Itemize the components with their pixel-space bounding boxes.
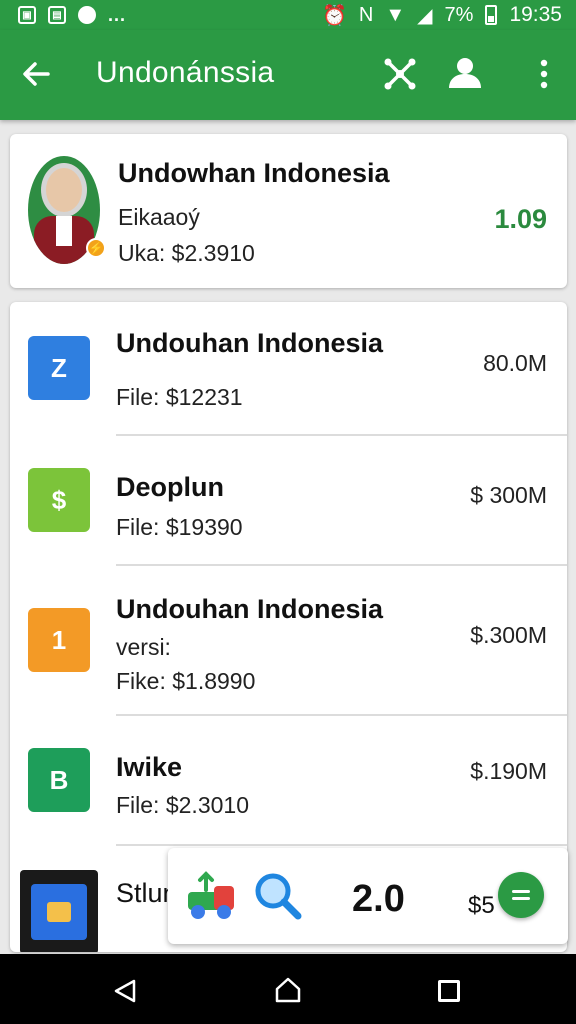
clock: 19:35: [509, 3, 562, 26]
profile-amount: Uka: $2.3910: [118, 240, 255, 266]
system-nav-bar: [0, 954, 576, 1024]
nfc-icon: N: [358, 3, 374, 26]
money-file-icon: $: [28, 468, 90, 532]
list-item[interactable]: Z Undouhan Indonesia File: $12231 80.0M: [10, 302, 567, 436]
nav-recents-icon[interactable]: [438, 980, 460, 1002]
list-item-title: Iwike: [116, 752, 183, 782]
clipboard-icon: ▤: [48, 6, 66, 24]
profile-score: 1.09: [494, 204, 547, 234]
profile-card[interactable]: ⚡ Undowhan Indonesia Eikaaoý Uka: $2.391…: [10, 134, 567, 288]
share-icon[interactable]: [382, 56, 418, 92]
list-item-title: Undouhan Indonesia: [116, 328, 383, 358]
list-item-size: $ 300M: [470, 482, 547, 508]
location-icon: [78, 6, 96, 24]
overflow-notifications: ...: [108, 4, 127, 25]
battery-percent: 7%: [444, 3, 474, 26]
nav-back-icon[interactable]: [112, 978, 138, 1004]
list-item[interactable]: B Iwike File: $2.3010 $.190M: [10, 716, 567, 846]
status-bar: ▣ ▤ ... ⏰ N ▼ ◢ 7% 19:35: [0, 0, 576, 30]
list-item-file: File: $19390: [116, 514, 243, 540]
search-icon[interactable]: [252, 870, 304, 922]
list-item[interactable]: 1 Undouhan Indonesia versi: Fike: $1.899…: [10, 566, 567, 716]
menu-fab-icon[interactable]: [498, 872, 544, 918]
back-arrow-icon[interactable]: [20, 58, 52, 90]
photo-app-icon: [20, 870, 98, 952]
package-file-icon: 1: [28, 608, 90, 672]
signal-icon: ◢: [417, 4, 433, 27]
truck-app-icon[interactable]: [184, 868, 240, 924]
app-bar: Undonánssia: [0, 30, 576, 120]
list-item-title: Undouhan Indonesia: [116, 594, 383, 624]
list-item[interactable]: $ Deoplun File: $19390 $ 300M: [10, 436, 567, 566]
list-item-file: File: $2.3010: [116, 792, 249, 818]
list-item-version: versi:: [116, 634, 171, 660]
price-label: $5: [468, 892, 495, 919]
list-item-size: 80.0M: [483, 350, 547, 376]
nav-home-icon[interactable]: [274, 976, 302, 1004]
list-item-file: File: $12231: [116, 384, 243, 410]
more-vert-icon[interactable]: [528, 56, 560, 92]
list-item-file: Fike: $1.8990: [116, 668, 256, 694]
zip-file-icon: Z: [28, 336, 90, 400]
version-label: 2.0: [352, 878, 405, 920]
profile-name: Undowhan Indonesia: [118, 158, 390, 188]
profile-subtitle: Eikaaoý: [118, 204, 200, 230]
bottom-action-bar: 2.0 $5: [168, 848, 568, 944]
wifi-icon: ▼: [385, 3, 406, 26]
list-item-title: Deoplun: [116, 472, 224, 502]
lightning-badge-icon: ⚡: [86, 238, 106, 258]
list-item-size: $.190M: [470, 758, 547, 784]
gallery-icon: ▣: [18, 6, 36, 24]
alarm-icon: ⏰: [321, 4, 347, 27]
sheet-file-icon: B: [28, 748, 90, 812]
app-title: Undonánssia: [96, 56, 275, 89]
person-icon[interactable]: [446, 54, 484, 92]
list-item-size: $.300M: [470, 622, 547, 648]
battery-icon: [485, 5, 498, 25]
